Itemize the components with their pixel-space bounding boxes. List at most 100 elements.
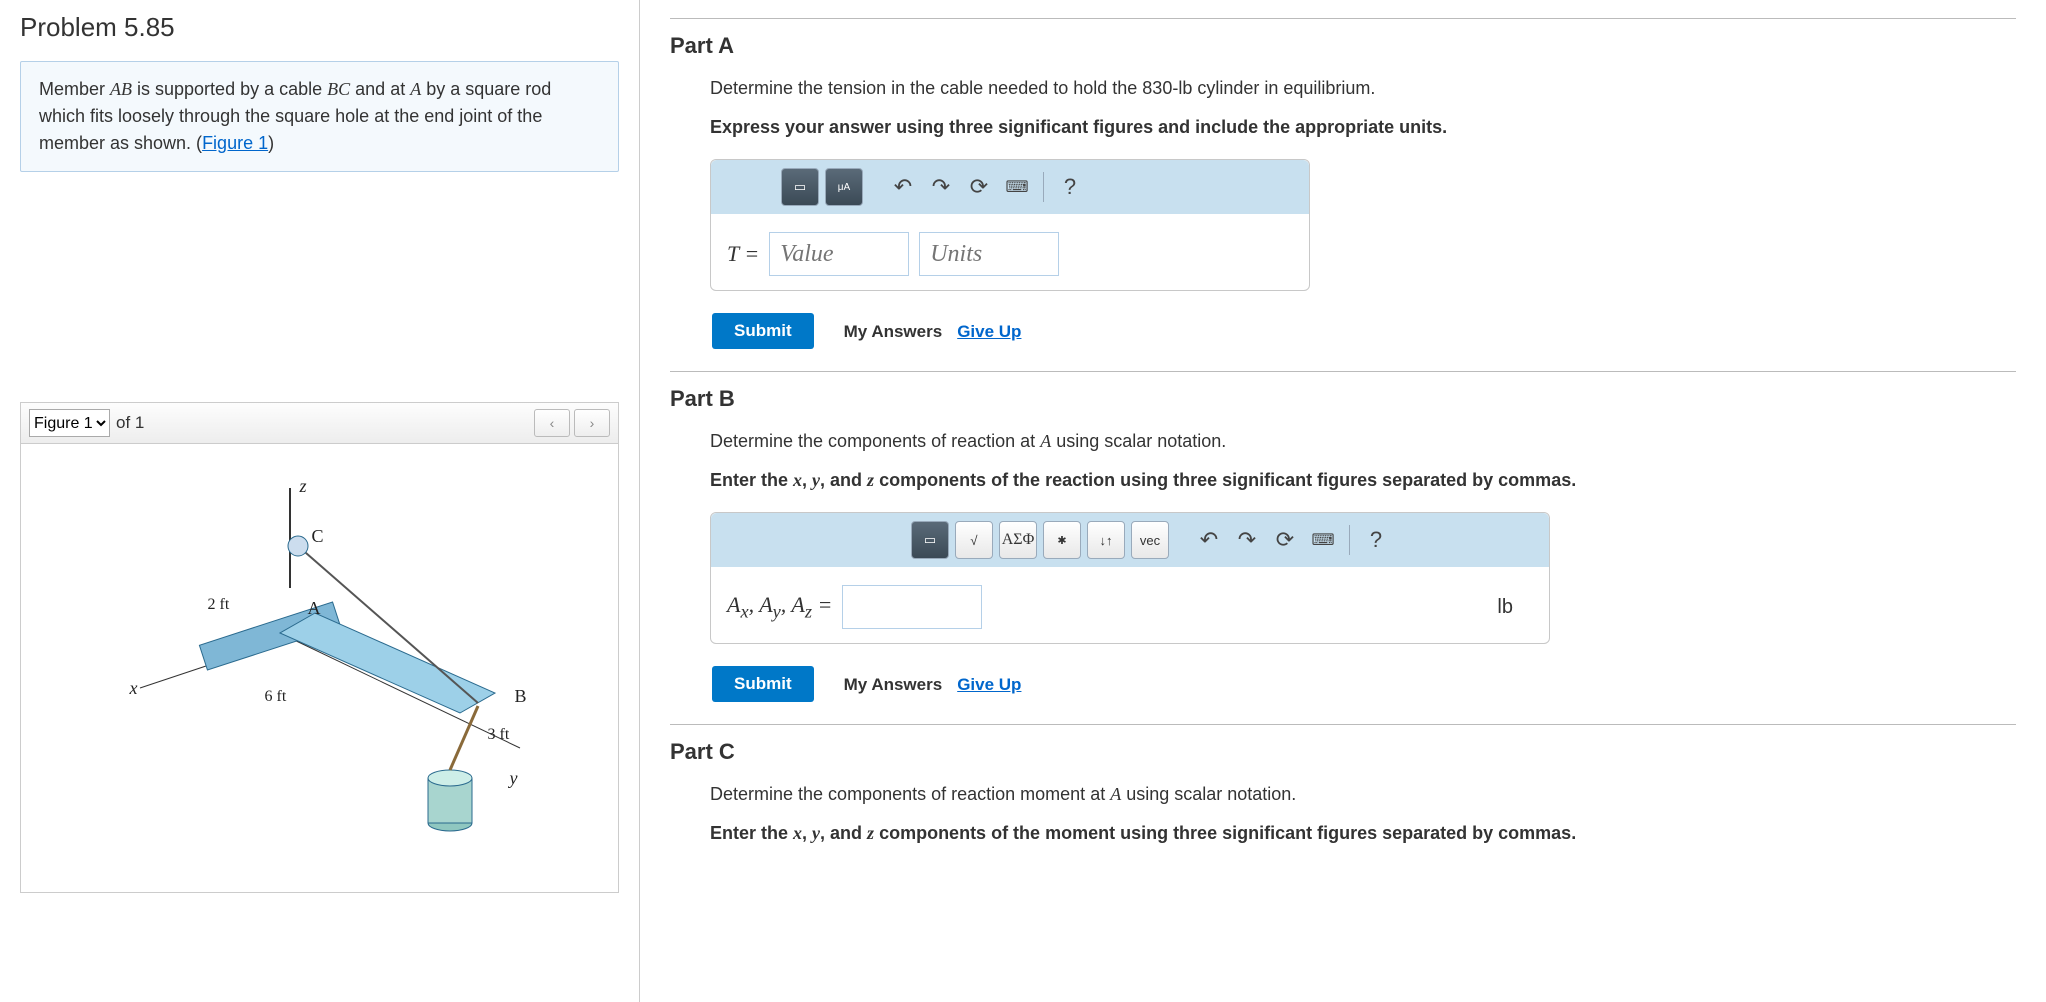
desc-ab: AB <box>110 79 132 99</box>
redo-button[interactable]: ↷ <box>1231 524 1263 556</box>
greek-icon: ΑΣΦ <box>1002 531 1035 549</box>
part-a-toolbar: ▭ μA ↶ ↷ ⟳ ⌨ ? <box>711 160 1309 214</box>
instr-z: z <box>867 470 874 490</box>
instr-text: , <box>802 470 812 490</box>
template-button-1[interactable]: ▭ <box>781 168 819 206</box>
redo-icon: ↷ <box>932 174 950 200</box>
figure-select[interactable]: Figure 1 <box>29 409 110 437</box>
dim-3ft: 3 ft <box>488 726 510 744</box>
reset-button[interactable]: ⟳ <box>963 171 995 203</box>
instr-unit: lb <box>1178 78 1192 98</box>
instr-x: x <box>793 823 802 843</box>
part-b-instruction-1: Determine the components of reaction at … <box>710 428 2016 455</box>
reset-icon: ⟳ <box>970 174 988 200</box>
part-c-title: Part C <box>670 739 2016 765</box>
divider <box>670 371 2016 372</box>
my-answers-label: My Answers <box>844 322 943 341</box>
tension-units-input[interactable] <box>919 232 1059 276</box>
instr-text: using scalar notation. <box>1051 431 1226 451</box>
desc-bc: BC <box>327 79 350 99</box>
figure-prev-button[interactable]: ‹ <box>534 409 570 437</box>
part-a-actions: Submit My Answers Give Up <box>710 313 2016 349</box>
updown-icon: ↓↑ <box>1100 533 1113 548</box>
figure-next-button[interactable]: › <box>574 409 610 437</box>
part-b-giveup-link[interactable]: Give Up <box>957 675 1021 694</box>
template-icon: ▭ <box>794 179 806 195</box>
figure-count: of 1 <box>116 413 144 433</box>
axis-y-label: y <box>510 768 518 789</box>
undo-button[interactable]: ↶ <box>1193 524 1225 556</box>
sep: , <box>781 592 792 617</box>
chevron-right-icon: › <box>590 415 595 431</box>
keyboard-button[interactable]: ⌨ <box>1001 171 1033 203</box>
sub-x: x <box>740 601 748 621</box>
tension-value-input[interactable] <box>769 232 909 276</box>
sqrt-icon: √ <box>970 533 977 548</box>
help-button[interactable]: ? <box>1054 171 1086 203</box>
point-c-label: C <box>312 526 324 547</box>
instr-x: x <box>793 470 802 490</box>
part-a-input-row: T = <box>711 214 1309 276</box>
greek-button[interactable]: ΑΣΦ <box>999 521 1037 559</box>
undo-icon: ↶ <box>1200 527 1218 553</box>
updown-button[interactable]: ↓↑ <box>1087 521 1125 559</box>
instr-text: components of the reaction using three s… <box>874 470 1576 490</box>
divider <box>670 724 2016 725</box>
format-button[interactable]: ▭ <box>911 521 949 559</box>
instr-text: Determine the components of reaction at <box>710 431 1040 451</box>
part-a-submit-button[interactable]: Submit <box>712 313 814 349</box>
instr-text: , and <box>820 823 867 843</box>
vec-button[interactable]: vec <box>1131 521 1169 559</box>
toolbar-separator <box>1043 172 1044 202</box>
var-a: A <box>791 592 804 617</box>
part-a-giveup-link[interactable]: Give Up <box>957 322 1021 341</box>
sep: , <box>749 592 760 617</box>
part-b-toolbar: ▭ √ ΑΣΦ ✱ ↓↑ vec ↶ ↷ ⟳ ⌨ ? <box>711 513 1549 567</box>
part-a-title: Part A <box>670 33 2016 59</box>
problem-description: Member AB is supported by a cable BC and… <box>20 61 619 172</box>
reset-button[interactable]: ⟳ <box>1269 524 1301 556</box>
redo-button[interactable]: ↷ <box>925 171 957 203</box>
unit-lb: lb <box>1497 596 1533 619</box>
var-a: A <box>727 592 740 617</box>
help-icon: ? <box>1370 527 1382 553</box>
part-b-body: Determine the components of reaction at … <box>670 428 2016 702</box>
desc-text: and at <box>350 79 410 99</box>
help-button[interactable]: ? <box>1360 524 1392 556</box>
instr-a: A <box>1040 431 1051 451</box>
reaction-components-input[interactable] <box>842 585 982 629</box>
keyboard-button[interactable]: ⌨ <box>1307 524 1339 556</box>
divider <box>670 18 2016 19</box>
part-b-title: Part B <box>670 386 2016 412</box>
special-button[interactable]: ✱ <box>1043 521 1081 559</box>
part-c-instruction-2: Enter the x, y, and z components of the … <box>710 820 2016 847</box>
axis-z-label: z <box>300 476 307 497</box>
figure-section: Figure 1 of 1 ‹ › <box>20 402 619 893</box>
var-a: A <box>759 592 772 617</box>
keyboard-icon: ⌨ <box>1005 177 1028 197</box>
instr-text: , and <box>820 470 867 490</box>
instr-text: Enter the <box>710 823 793 843</box>
instr-text: using scalar notation. <box>1121 784 1296 804</box>
instr-a: A <box>1110 784 1121 804</box>
vec-label: vec <box>1140 533 1160 548</box>
part-a-body: Determine the tension in the cable neede… <box>670 75 2016 349</box>
instr-text: components of the moment using three sig… <box>874 823 1576 843</box>
part-b-submit-button[interactable]: Submit <box>712 666 814 702</box>
desc-text: Member <box>39 79 110 99</box>
figure-body: z C A x B y 2 ft 6 ft 3 ft <box>20 444 619 893</box>
sqrt-button[interactable]: √ <box>955 521 993 559</box>
subscript-icon: μA <box>838 182 850 193</box>
figure-header: Figure 1 of 1 ‹ › <box>20 402 619 444</box>
undo-button[interactable]: ↶ <box>887 171 919 203</box>
redo-icon: ↷ <box>1238 527 1256 553</box>
part-b-input-row: Ax, Ay, Az = lb <box>711 567 1549 629</box>
part-a-answer-box: ▭ μA ↶ ↷ ⟳ ⌨ ? T = <box>710 159 1310 291</box>
sub-y: y <box>773 601 781 621</box>
my-answers-label: My Answers <box>844 675 943 694</box>
desc-text: is supported by a cable <box>132 79 327 99</box>
template-button-2[interactable]: μA <box>825 168 863 206</box>
part-b-answer-box: ▭ √ ΑΣΦ ✱ ↓↑ vec ↶ ↷ ⟳ ⌨ ? Ax, Ay, Az = … <box>710 512 1550 644</box>
figure-link[interactable]: Figure 1 <box>202 133 268 153</box>
chevron-left-icon: ‹ <box>550 415 555 431</box>
